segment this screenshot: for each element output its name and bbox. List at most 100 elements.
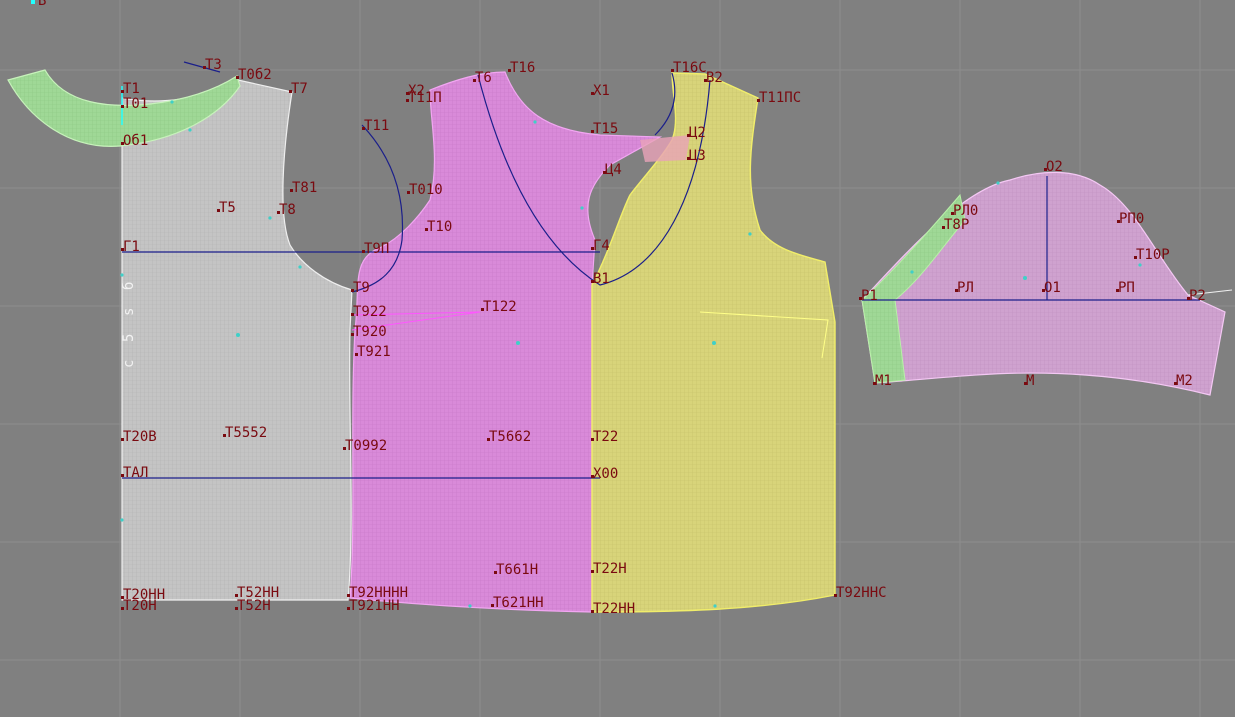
point-t062[interactable]: Т0б2 (236, 67, 272, 83)
point-label: Т3 (205, 57, 222, 73)
point-t22[interactable]: Т22 (591, 429, 618, 445)
point-label: Р1 (861, 288, 878, 304)
point-m[interactable]: М (1024, 373, 1034, 389)
point-t52n[interactable]: Т52Н (235, 598, 271, 614)
point-label: Т20В (123, 429, 157, 445)
point-label: Ц3 (689, 148, 706, 164)
point-rl[interactable]: РЛ (955, 280, 974, 296)
point-m1[interactable]: М1 (873, 373, 892, 389)
point-label: Т122 (483, 299, 517, 315)
point-t10[interactable]: Т10 (425, 219, 452, 235)
point-label: В2 (706, 70, 723, 86)
point-r1[interactable]: Р1 (859, 288, 878, 304)
point-g1[interactable]: Г1 (121, 239, 140, 255)
point-t921n[interactable]: Т921НН (347, 598, 400, 614)
point-label: Г1 (123, 239, 140, 255)
point-label: М (1026, 373, 1034, 389)
point-ob1[interactable]: Об1 (121, 133, 148, 149)
point-label: О2 (1046, 159, 1063, 175)
point-g4[interactable]: Г4 (591, 238, 610, 254)
point-t16s[interactable]: Т16С (671, 60, 707, 76)
point-t5[interactable]: Т5 (217, 200, 236, 216)
point-ts3[interactable]: Ц3 (687, 148, 706, 164)
point-t22nn[interactable]: Т22НН (591, 601, 635, 617)
point-t7[interactable]: Т7 (289, 81, 308, 97)
point-label: Т15 (593, 121, 618, 137)
point-t6[interactable]: Т6 (473, 70, 492, 86)
point-label: Т20Н (123, 598, 157, 614)
point-label: Т81 (292, 180, 317, 196)
point-label: Т16С (673, 60, 707, 76)
point-t81[interactable]: Т81 (290, 180, 317, 196)
point-t11[interactable]: Т11 (362, 118, 389, 134)
point-rp0[interactable]: РП0 (1117, 211, 1144, 227)
point-label: Т920 (353, 324, 387, 340)
point-label: Т621НН (493, 595, 544, 611)
point-label: Т01 (123, 96, 148, 112)
point-label: Г4 (593, 238, 610, 254)
point-t61n[interactable]: Т661Н (494, 562, 538, 578)
point-t22n[interactable]: Т22Н (591, 561, 627, 577)
point-t922[interactable]: Т922 (351, 304, 387, 320)
point-label: О1 (1044, 280, 1061, 296)
point-t1[interactable]: Т1 (121, 81, 140, 97)
point-label: РЛ (957, 280, 974, 296)
point-t010[interactable]: Т010 (407, 182, 443, 198)
back-side-mark: 5 (121, 334, 137, 342)
point-v2[interactable]: В2 (704, 70, 723, 86)
point-t992[interactable]: Т0992 (343, 438, 387, 454)
point-label: Об1 (123, 133, 148, 149)
point-t8r[interactable]: Т8Р (942, 217, 969, 233)
point-label: Т11ПС (759, 90, 801, 106)
point-o2[interactable]: О2 (1044, 159, 1063, 175)
point-x00[interactable]: Х00 (591, 466, 618, 482)
point-t11p[interactable]: Т11П (406, 90, 442, 106)
point-label: Т9 (353, 280, 370, 296)
corner-point: В (31, 0, 46, 9)
back-piece[interactable] (121, 79, 353, 601)
point-t122[interactable]: Т122 (481, 299, 517, 315)
point-t621nn[interactable]: Т621НН (491, 595, 544, 611)
point-t552[interactable]: Т5552 (223, 425, 267, 441)
point-x1[interactable]: Х1 (591, 83, 610, 99)
point-t3[interactable]: Т3 (203, 57, 222, 73)
point-t01[interactable]: Т01 (121, 96, 148, 112)
point-rp[interactable]: РП (1116, 280, 1135, 296)
point-t16[interactable]: Т16 (508, 60, 535, 76)
point-tal[interactable]: ТАЛ (121, 465, 148, 481)
point-label: Т010 (409, 182, 443, 198)
back-piece-shape[interactable] (121, 79, 353, 601)
point-b1[interactable]: В1 (591, 271, 610, 287)
point-t9[interactable]: Т9 (351, 280, 370, 296)
point-t20b[interactable]: Т20В (121, 429, 157, 445)
point-label: Т22 (593, 429, 618, 445)
point-label: Т661Н (496, 562, 538, 578)
pattern-drawing[interactable]: В Т1Т01Об1Т3Т0б2Т7Т81Т5 Т8Г1Т9Т20В Т5552… (0, 0, 1235, 717)
point-m2[interactable]: М2 (1174, 373, 1193, 389)
point-label: Т10Р (1136, 247, 1170, 263)
point-t920[interactable]: Т920 (351, 324, 387, 340)
point-t92nns[interactable]: Т92ННС (834, 585, 887, 601)
point-t20n[interactable]: Т20Н (121, 598, 157, 614)
point-label: ТАЛ (123, 465, 148, 481)
point-t662[interactable]: Т5662 (487, 429, 531, 445)
point-label: Т10 (427, 219, 452, 235)
point-o1[interactable]: О1 (1042, 280, 1061, 296)
point-t8[interactable]: Т8 (277, 202, 296, 218)
point-label: Т22Н (593, 561, 627, 577)
point-ts2[interactable]: Ц2 (687, 125, 706, 141)
pattern-canvas[interactable]: В Т1 Т01 Об1 Т3 Т0б2 Т7 Т81 Т5 Т8 Г1 Т9 … (0, 0, 1235, 717)
point-label: Т5 (219, 200, 236, 216)
point-ts4[interactable]: Ц4 (603, 162, 622, 178)
point-t9p[interactable]: Т9П (362, 241, 389, 257)
point-r2[interactable]: Р2 (1187, 288, 1206, 304)
point-t10r[interactable]: Т10Р (1134, 247, 1170, 263)
point-label: Х1 (593, 83, 610, 99)
point-t11ps[interactable]: Т11ПС (757, 90, 801, 106)
point-label: М1 (875, 373, 892, 389)
point-label: В1 (593, 271, 610, 287)
point-label: Т52Н (237, 598, 271, 614)
point-t921[interactable]: Т921 (355, 344, 391, 360)
point-label: Т921НН (349, 598, 400, 614)
point-t15[interactable]: Т15 (591, 121, 618, 137)
